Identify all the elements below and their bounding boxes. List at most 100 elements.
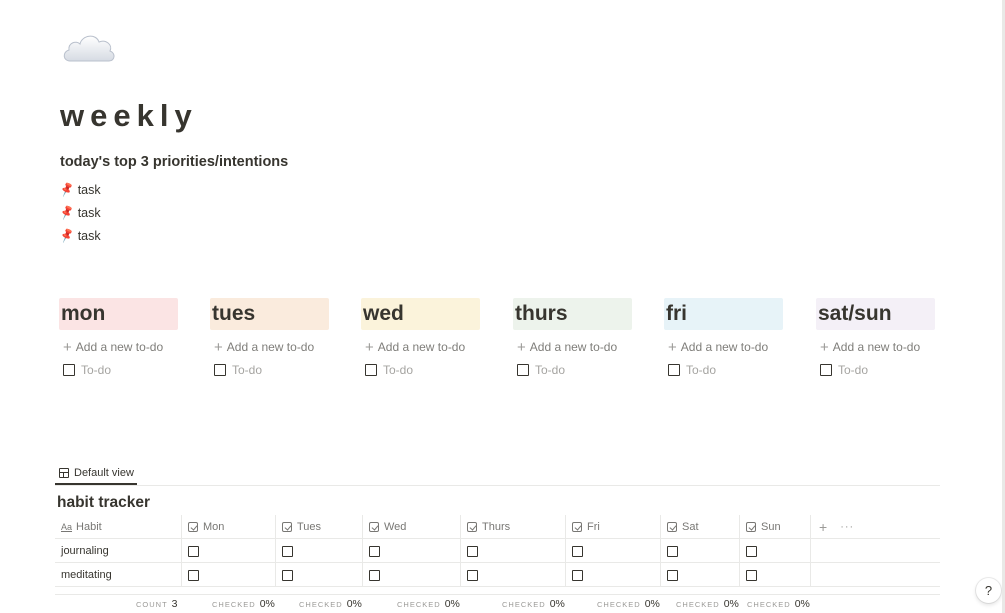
plus-icon: + (517, 338, 526, 356)
day-header[interactable]: tues (210, 298, 329, 330)
tab-default-view[interactable]: Default view (55, 462, 137, 485)
table-row[interactable]: journaling (55, 539, 940, 563)
check-cell[interactable] (565, 539, 660, 563)
calculation-label: CHECKED (676, 600, 720, 609)
todo-placeholder[interactable]: To-do (81, 363, 111, 377)
calculation-label: CHECKED (747, 600, 791, 609)
add-todo-button[interactable]: + Add a new to-do (361, 336, 480, 358)
checkbox[interactable] (572, 569, 583, 581)
check-cell[interactable] (181, 563, 275, 587)
check-cell[interactable] (275, 539, 362, 563)
calculation-wed[interactable]: CHECKED 0% (397, 598, 460, 610)
column-header-thurs[interactable]: Thurs (460, 515, 565, 539)
check-cell[interactable] (739, 539, 810, 563)
todo-item[interactable]: To-do (513, 358, 632, 382)
todo-checkbox[interactable] (820, 364, 832, 376)
todo-placeholder[interactable]: To-do (383, 363, 413, 377)
column-header-sun[interactable]: Sun (739, 515, 810, 539)
check-cell[interactable] (660, 563, 739, 587)
checkbox[interactable] (467, 545, 478, 557)
todo-placeholder[interactable]: To-do (535, 363, 565, 377)
add-todo-button[interactable]: + Add a new to-do (513, 336, 632, 358)
habit-table: Aa Habit Mon Tues Wed Thurs Fri Sat Sun +… (55, 515, 940, 587)
todo-checkbox[interactable] (63, 364, 75, 376)
priority-item[interactable]: 📌 task (59, 178, 101, 201)
todo-checkbox[interactable] (365, 364, 377, 376)
more-icon[interactable]: ··· (840, 521, 854, 533)
checkbox[interactable] (572, 545, 583, 557)
todo-checkbox[interactable] (668, 364, 680, 376)
day-header[interactable]: sat/sun (816, 298, 935, 330)
check-cell[interactable] (565, 563, 660, 587)
priority-item[interactable]: 📌 task (59, 201, 101, 224)
column-header-mon[interactable]: Mon (181, 515, 275, 539)
checkbox[interactable] (282, 569, 293, 581)
todo-placeholder[interactable]: To-do (686, 363, 716, 377)
column-header-habit[interactable]: Aa Habit (55, 515, 181, 539)
todo-item[interactable]: To-do (59, 358, 178, 382)
calculation-sun[interactable]: CHECKED 0% (747, 598, 810, 610)
checkbox[interactable] (746, 545, 757, 557)
priorities-heading[interactable]: today's top 3 priorities/intentions (60, 154, 288, 170)
add-todo-label: Add a new to-do (832, 340, 921, 354)
check-cell[interactable] (739, 563, 810, 587)
plus-icon[interactable]: + (819, 519, 827, 535)
check-cell[interactable] (660, 539, 739, 563)
column-header-fri[interactable]: Fri (565, 515, 660, 539)
priority-item[interactable]: 📌 task (58, 224, 101, 247)
empty-cell (810, 563, 940, 587)
column-header-sat[interactable]: Sat (660, 515, 739, 539)
day-header[interactable]: mon (59, 298, 178, 330)
column-header-wed[interactable]: Wed (362, 515, 460, 539)
calculation-fri[interactable]: CHECKED 0% (597, 598, 660, 610)
check-cell[interactable] (275, 563, 362, 587)
habit-cell[interactable]: journaling (55, 539, 181, 563)
help-button[interactable]: ? (976, 578, 1001, 603)
day-header[interactable]: thurs (513, 298, 632, 330)
checkbox-property-icon (667, 522, 677, 532)
todo-item[interactable]: To-do (210, 358, 329, 382)
habit-cell[interactable]: meditating (55, 563, 181, 587)
calculation-sat[interactable]: CHECKED 0% (676, 598, 739, 610)
day-header[interactable]: fri (664, 298, 783, 330)
database-title[interactable]: habit tracker (57, 494, 150, 512)
checkbox[interactable] (282, 545, 293, 557)
day-header[interactable]: wed (361, 298, 480, 330)
checkbox[interactable] (667, 569, 678, 581)
column-header-tues[interactable]: Tues (275, 515, 362, 539)
table-row[interactable]: meditating (55, 563, 940, 587)
todo-placeholder[interactable]: To-do (232, 363, 262, 377)
checkbox[interactable] (188, 569, 199, 581)
add-todo-button[interactable]: + Add a new to-do (210, 336, 329, 358)
check-cell[interactable] (181, 539, 275, 563)
calculation-mon[interactable]: CHECKED 0% (212, 598, 275, 610)
checkbox[interactable] (667, 545, 678, 557)
todo-checkbox[interactable] (517, 364, 529, 376)
todo-item[interactable]: To-do (664, 358, 783, 382)
check-cell[interactable] (460, 539, 565, 563)
checkbox[interactable] (746, 569, 757, 581)
check-cell[interactable] (362, 539, 460, 563)
todo-placeholder[interactable]: To-do (838, 363, 868, 377)
checkbox[interactable] (467, 569, 478, 581)
page-title[interactable]: weekly (60, 98, 198, 134)
add-todo-button[interactable]: + Add a new to-do (816, 336, 935, 358)
empty-cell (810, 539, 940, 563)
todo-checkbox[interactable] (214, 364, 226, 376)
checkbox-property-icon (572, 522, 582, 532)
add-todo-button[interactable]: + Add a new to-do (59, 336, 178, 358)
todo-item[interactable]: To-do (361, 358, 480, 382)
cloud-icon[interactable] (60, 26, 118, 66)
todo-item[interactable]: To-do (816, 358, 935, 382)
pushpin-icon: 📌 (58, 227, 76, 244)
calculation-thurs[interactable]: CHECKED 0% (502, 598, 565, 610)
add-todo-button[interactable]: + Add a new to-do (664, 336, 783, 358)
calculation-value: 0% (549, 598, 565, 610)
checkbox[interactable] (188, 545, 199, 557)
checkbox[interactable] (369, 545, 380, 557)
checkbox[interactable] (369, 569, 380, 581)
calculation-tues[interactable]: CHECKED 0% (299, 598, 362, 610)
check-cell[interactable] (460, 563, 565, 587)
check-cell[interactable] (362, 563, 460, 587)
calculation-count[interactable]: COUNT 3 (136, 598, 178, 610)
